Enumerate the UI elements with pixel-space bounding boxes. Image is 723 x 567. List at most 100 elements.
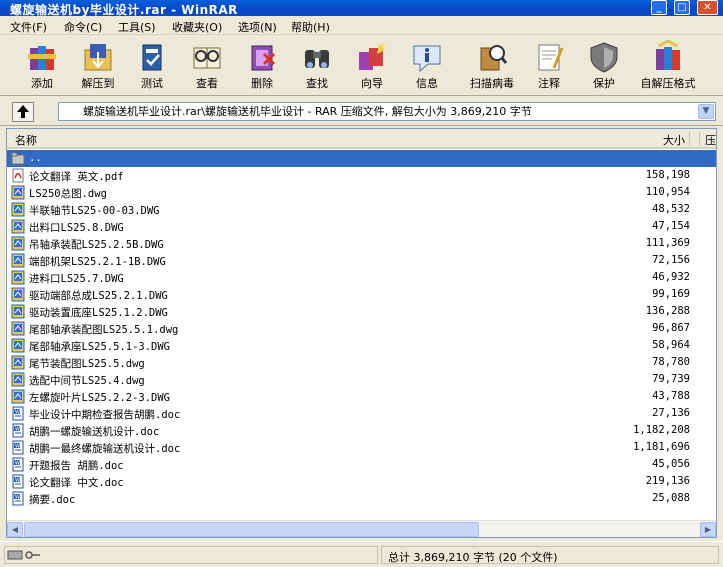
dwg-file-icon xyxy=(11,219,25,234)
file-size: 1,181,696 xyxy=(633,441,690,453)
file-size: 58,964 xyxy=(652,339,690,351)
doc-file-icon: W xyxy=(12,457,24,472)
file-row[interactable]: 吊轴承装配LS25.2.5B.DWG 111,369 xyxy=(7,235,716,252)
comment-button[interactable]: 注释 xyxy=(524,38,574,94)
file-row[interactable]: W 胡鹏一最终螺旋输送机设计.doc 1,181,696 xyxy=(7,439,716,456)
file-row[interactable]: W 毕业设计中期检查报告胡鹏.doc 27,136 xyxy=(7,405,716,422)
up-arrow-icon xyxy=(17,105,29,118)
comment-label: 注释 xyxy=(538,77,560,90)
column-packed-header[interactable]: 压 xyxy=(705,132,716,148)
shield-icon xyxy=(590,42,618,73)
scroll-left-icon[interactable]: ◀ xyxy=(7,522,23,537)
menu-help[interactable]: 帮助(H) xyxy=(291,19,330,35)
parent-folder-row[interactable]: .. xyxy=(7,150,716,167)
svg-text:W: W xyxy=(15,444,20,450)
wizard-icon xyxy=(359,43,385,70)
file-name: 进料口LS25.7.DWG xyxy=(29,273,124,285)
file-row[interactable]: W 论文翻译 中文.doc 219,136 xyxy=(7,473,716,490)
address-field[interactable]: 螺旋输送机毕业设计.rar\螺旋输送机毕业设计 - RAR 压缩文件, 解包大小… xyxy=(58,102,716,121)
file-row[interactable]: 驱动装置底座LS25.1.2.DWG 136,288 xyxy=(7,303,716,320)
file-size: 111,369 xyxy=(645,237,690,249)
column-size-header[interactable]: 大小 xyxy=(663,132,685,148)
menu-tools[interactable]: 工具(S) xyxy=(118,19,156,35)
dwg-file-icon xyxy=(11,185,25,200)
menu-options[interactable]: 选项(N) xyxy=(238,19,277,35)
file-name: 尾节装配图LS25.5.dwg xyxy=(29,358,145,370)
up-folder-button[interactable] xyxy=(12,102,34,122)
maximize-button[interactable]: □ xyxy=(674,0,690,15)
dwg-file-icon xyxy=(11,304,25,319)
file-row[interactable]: LS250总图.dwg 110,954 xyxy=(7,184,716,201)
scroll-right-icon[interactable]: ▶ xyxy=(700,522,716,537)
column-name-header[interactable]: 名称 xyxy=(15,132,37,148)
delete-label: 删除 xyxy=(251,77,273,90)
view-button[interactable]: 查看 xyxy=(182,38,232,94)
address-text: 螺旋输送机毕业设计.rar\螺旋输送机毕业设计 - RAR 压缩文件, 解包大小… xyxy=(83,105,532,118)
extract-to-button[interactable]: 解压到 xyxy=(73,38,123,94)
file-name: 摘要.doc xyxy=(29,494,76,506)
find-label: 查找 xyxy=(306,77,328,90)
test-label: 测试 xyxy=(141,77,163,90)
file-name: 开题报告 胡鹏.doc xyxy=(29,460,124,472)
close-button[interactable]: ✕ xyxy=(697,0,718,15)
file-row[interactable]: W 胡鹏一螺旋输送机设计.doc 1,182,208 xyxy=(7,422,716,439)
svg-text:W: W xyxy=(15,461,20,467)
doc-file-icon: W xyxy=(12,491,24,506)
info-label: 信息 xyxy=(416,77,438,90)
info-icon xyxy=(413,45,441,73)
file-row[interactable]: 端部机架LS25.2.1-1B.DWG 72,156 xyxy=(7,252,716,269)
test-button[interactable]: 测试 xyxy=(127,38,177,94)
file-row[interactable]: W 摘要.doc 25,088 xyxy=(7,490,716,507)
minimize-button[interactable]: _ xyxy=(651,0,667,15)
wizard-button[interactable]: 向导 xyxy=(347,38,397,94)
file-row[interactable]: 半联轴节LS25-00-03.DWG 48,532 xyxy=(7,201,716,218)
file-name: 半联轴节LS25-00-03.DWG xyxy=(29,205,160,217)
file-row[interactable]: 出料口LS25.8.DWG 47,154 xyxy=(7,218,716,235)
file-size: 72,156 xyxy=(652,254,690,266)
menu-favorites[interactable]: 收藏夹(O) xyxy=(172,19,222,35)
info-button[interactable]: 信息 xyxy=(402,38,452,94)
file-row[interactable]: 驱动端部总成LS25.2.1.DWG 99,169 xyxy=(7,286,716,303)
sfx-button[interactable]: 自解压格式 xyxy=(634,38,702,94)
file-size: 110,954 xyxy=(645,186,690,198)
dwg-file-icon xyxy=(11,338,25,353)
file-row[interactable]: 选配中间节LS25.4.dwg 79,739 xyxy=(7,371,716,388)
dwg-file-icon xyxy=(11,287,25,302)
file-name: 论文翻译 英文.pdf xyxy=(29,171,124,183)
menu-commands[interactable]: 命令(C) xyxy=(64,19,102,35)
chevron-down-icon[interactable]: ▼ xyxy=(698,104,714,119)
dwg-file-icon xyxy=(11,270,25,285)
address-bar: 螺旋输送机毕业设计.rar\螺旋输送机毕业设计 - RAR 压缩文件, 解包大小… xyxy=(0,98,723,126)
extract-label: 解压到 xyxy=(81,77,115,90)
scroll-thumb[interactable] xyxy=(24,522,479,537)
file-list: 名称 大小 压 .. 论文翻译 英文.pdf 158,198 LS250总图.dwg 1… xyxy=(6,128,717,538)
status-right-pane: 总计 3,869,210 字节 (20 个文件) xyxy=(381,546,719,564)
file-size: 46,932 xyxy=(652,271,690,283)
horizontal-scrollbar[interactable]: ◀ ▶ xyxy=(7,520,716,537)
file-row[interactable]: 尾部轴承座LS25.5.1-3.DWG 58,964 xyxy=(7,337,716,354)
file-size: 25,088 xyxy=(652,492,690,504)
file-name: 尾部轴承座LS25.5.1-3.DWG xyxy=(29,341,171,353)
file-row[interactable]: 尾节装配图LS25.5.dwg 78,780 xyxy=(7,354,716,371)
file-row[interactable]: 论文翻译 英文.pdf 158,198 xyxy=(7,167,716,184)
file-name: .. xyxy=(29,152,42,164)
file-name: 驱动端部总成LS25.2.1.DWG xyxy=(29,290,168,302)
file-name: 尾部轴承装配图LS25.5.1.dwg xyxy=(29,324,179,336)
virus-scan-button[interactable]: 扫描病毒 xyxy=(464,38,520,94)
file-size: 219,136 xyxy=(645,475,690,487)
folder-extract-icon xyxy=(84,44,112,71)
add-button[interactable]: 添加 xyxy=(17,38,67,94)
file-row[interactable]: 进料口LS25.7.DWG 46,932 xyxy=(7,269,716,286)
file-size: 27,136 xyxy=(652,407,690,419)
sfx-label: 自解压格式 xyxy=(640,77,696,90)
find-button[interactable]: 查找 xyxy=(292,38,342,94)
delete-button[interactable]: 删除 xyxy=(237,38,287,94)
file-row[interactable]: 左螺旋叶片LS25.2.2-3.DWG 43,788 xyxy=(7,388,716,405)
file-size: 136,288 xyxy=(645,305,690,317)
svg-text:W: W xyxy=(15,478,20,484)
file-row[interactable]: 尾部轴承装配图LS25.5.1.dwg 96,867 xyxy=(7,320,716,337)
svg-text:W: W xyxy=(15,495,20,501)
protect-button[interactable]: 保护 xyxy=(579,38,629,94)
file-row[interactable]: W 开题报告 胡鹏.doc 45,056 xyxy=(7,456,716,473)
menu-file[interactable]: 文件(F) xyxy=(10,19,47,35)
